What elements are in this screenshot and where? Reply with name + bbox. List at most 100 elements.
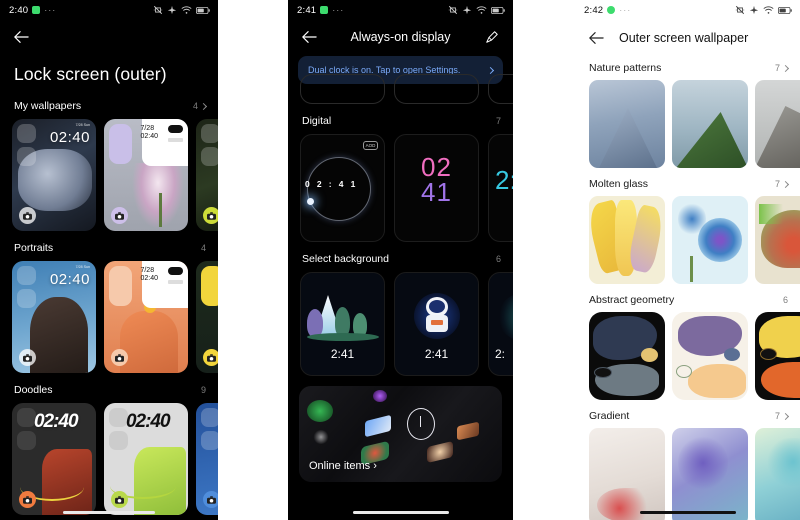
red-palm-wallpaper-thumb[interactable] — [755, 196, 800, 284]
neon-clock-graphic: 02 41 — [395, 152, 478, 204]
section-header-my-wallpapers[interactable]: My wallpapers 4 — [0, 89, 218, 119]
section-header-nature-patterns[interactable]: Nature patterns 7 — [575, 56, 800, 80]
section-count-group: 6 — [783, 295, 788, 305]
camera-icon[interactable] — [19, 491, 36, 508]
wallpaper-row-doodles: 02:40 02:40 02 — [0, 403, 218, 515]
section-header-molten-glass[interactable]: Molten glass 7 — [575, 168, 800, 196]
battery-icon — [491, 6, 505, 14]
battery-bar — [168, 138, 183, 142]
portrait-orange-wallpaper-thumb[interactable]: 7/28 02:40 — [104, 261, 188, 373]
chevron-right-icon — [486, 66, 495, 74]
orange-blob-wallpaper-thumb[interactable] — [755, 312, 800, 400]
background-time: 2:41 — [424, 347, 449, 361]
section-title: My wallpapers — [14, 100, 82, 112]
chevron-right-icon — [199, 102, 208, 110]
card-date: 7/28 02:40 — [140, 267, 158, 283]
section-count: 4 — [192, 101, 198, 111]
doodle-dark-wallpaper-thumb[interactable]: 02:40 — [12, 403, 96, 515]
status-bar: 2:42 ··· — [575, 0, 800, 20]
astronaut-background-card[interactable]: 2:41 — [394, 272, 479, 376]
section-header-doodles[interactable]: Doodles 9 — [0, 373, 218, 403]
misty-peak-wallpaper-thumb[interactable] — [589, 80, 665, 168]
blue-bloom-wallpaper-thumb[interactable] — [672, 196, 748, 284]
cyan-clock-card[interactable]: 2: — [488, 134, 513, 242]
section-count: 9 — [200, 385, 206, 395]
camera-icon[interactable] — [19, 349, 36, 366]
violet-gradient-wallpaper-thumb[interactable] — [672, 428, 748, 520]
camera-icon[interactable] — [203, 207, 218, 224]
wallpaper-row-molten-glass — [575, 196, 800, 284]
section-title: Digital — [302, 115, 332, 127]
forest-background-card[interactable]: 2:41 — [300, 272, 385, 376]
section-count-group: 4 — [192, 101, 208, 111]
status-more-icon: ··· — [619, 5, 632, 15]
clock-hours: 02 — [421, 152, 452, 182]
portrait-yellow-wallpaper-thumb[interactable]: 7/28 02:40 — [196, 261, 218, 373]
battery-icon — [196, 6, 210, 14]
partial-row-above — [288, 74, 513, 104]
doodle-light-wallpaper-thumb[interactable]: 02:40 — [104, 403, 188, 515]
section-title: Nature patterns — [589, 62, 662, 74]
section-header-pets[interactable]: Pets 6 — [0, 515, 218, 520]
cream-gradient-wallpaper-thumb[interactable] — [589, 428, 665, 520]
status-bar: 2:40 ··· — [0, 0, 218, 20]
camera-icon[interactable] — [203, 349, 218, 366]
airplane-mode-icon — [749, 5, 759, 15]
camera-icon[interactable] — [203, 491, 218, 508]
teal-background-card[interactable]: 2: — [488, 272, 513, 376]
back-arrow-icon — [14, 31, 29, 43]
wifi-icon — [476, 6, 487, 14]
back-button[interactable] — [585, 27, 607, 49]
back-button[interactable] — [10, 26, 32, 48]
notification-badge-icon — [320, 6, 329, 14]
status-time: 2:41 — [297, 4, 317, 16]
back-button[interactable] — [298, 26, 320, 48]
airplane-mode-icon — [462, 5, 472, 15]
section-count-group: 7 — [774, 63, 790, 73]
eclipse-clock-card[interactable]: AOD 0 2 : 4 1 — [300, 134, 385, 242]
partial-card[interactable] — [300, 74, 385, 104]
camera-icon[interactable] — [111, 491, 128, 508]
teal-gradient-wallpaper-thumb[interactable] — [755, 428, 800, 520]
mini-widgets — [17, 124, 36, 166]
purple-blob-wallpaper-thumb[interactable] — [672, 312, 748, 400]
yellow-glass-wallpaper-thumb[interactable] — [589, 196, 665, 284]
outer-screen-wallpaper-panel: 2:42 ··· Outer screen wallpaper Nature p… — [575, 0, 800, 520]
camera-icon[interactable] — [111, 207, 128, 224]
chevron-right-icon — [781, 180, 790, 188]
wifi-icon — [763, 6, 774, 14]
section-title: Molten glass — [589, 178, 648, 190]
rocky-crag-wallpaper-thumb[interactable] — [755, 80, 800, 168]
section-title: Gradient — [589, 410, 630, 422]
orchid-wallpaper-thumb[interactable]: 02 — [196, 119, 218, 231]
panel-gap-2 — [513, 0, 575, 520]
partial-card[interactable] — [488, 74, 513, 104]
digital-clock-row: AOD 0 2 : 4 1 02 41 2: — [288, 134, 513, 242]
nav-bar: Always-on display — [288, 20, 513, 54]
section-header-abstract-geometry[interactable]: Abstract geometry 6 — [575, 284, 800, 312]
home-indicator — [639, 511, 736, 514]
camera-icon[interactable] — [19, 207, 36, 224]
camera-icon[interactable] — [111, 349, 128, 366]
section-header-portraits[interactable]: Portraits 4 — [0, 231, 218, 261]
neon-clock-card[interactable]: 02 41 — [394, 134, 479, 242]
tulip-wallpaper-thumb[interactable]: 7/28 02:40 — [104, 119, 188, 231]
section-count: 7 — [774, 63, 780, 73]
status-more-icon: ··· — [332, 5, 345, 15]
portrait-blue-wallpaper-thumb[interactable]: 7/28 Sun 02:40 — [12, 261, 96, 373]
navy-blob-wallpaper-thumb[interactable] — [589, 312, 665, 400]
edit-button[interactable] — [481, 26, 503, 48]
home-indicator — [352, 511, 449, 514]
page-title: Always-on display — [350, 30, 451, 44]
section-header-digital: Digital 7 — [288, 104, 513, 134]
chevron-right-icon — [781, 64, 790, 72]
doodle-blue-wallpaper-thumb[interactable]: 02 — [196, 403, 218, 515]
section-title: Abstract geometry — [589, 294, 675, 306]
green-cliff-wallpaper-thumb[interactable] — [672, 80, 748, 168]
shell-wallpaper-thumb[interactable]: 7/28 Sun 02:40 — [12, 119, 96, 231]
partial-card[interactable] — [394, 74, 479, 104]
online-items-banner[interactable]: Online items › — [299, 386, 502, 482]
section-header-gradient[interactable]: Gradient 7 — [575, 400, 800, 428]
section-header-select-background: Select background 6 — [288, 242, 513, 272]
wallpaper-row-my-wallpapers: 7/28 Sun 02:40 7/28 02:40 — [0, 119, 218, 231]
